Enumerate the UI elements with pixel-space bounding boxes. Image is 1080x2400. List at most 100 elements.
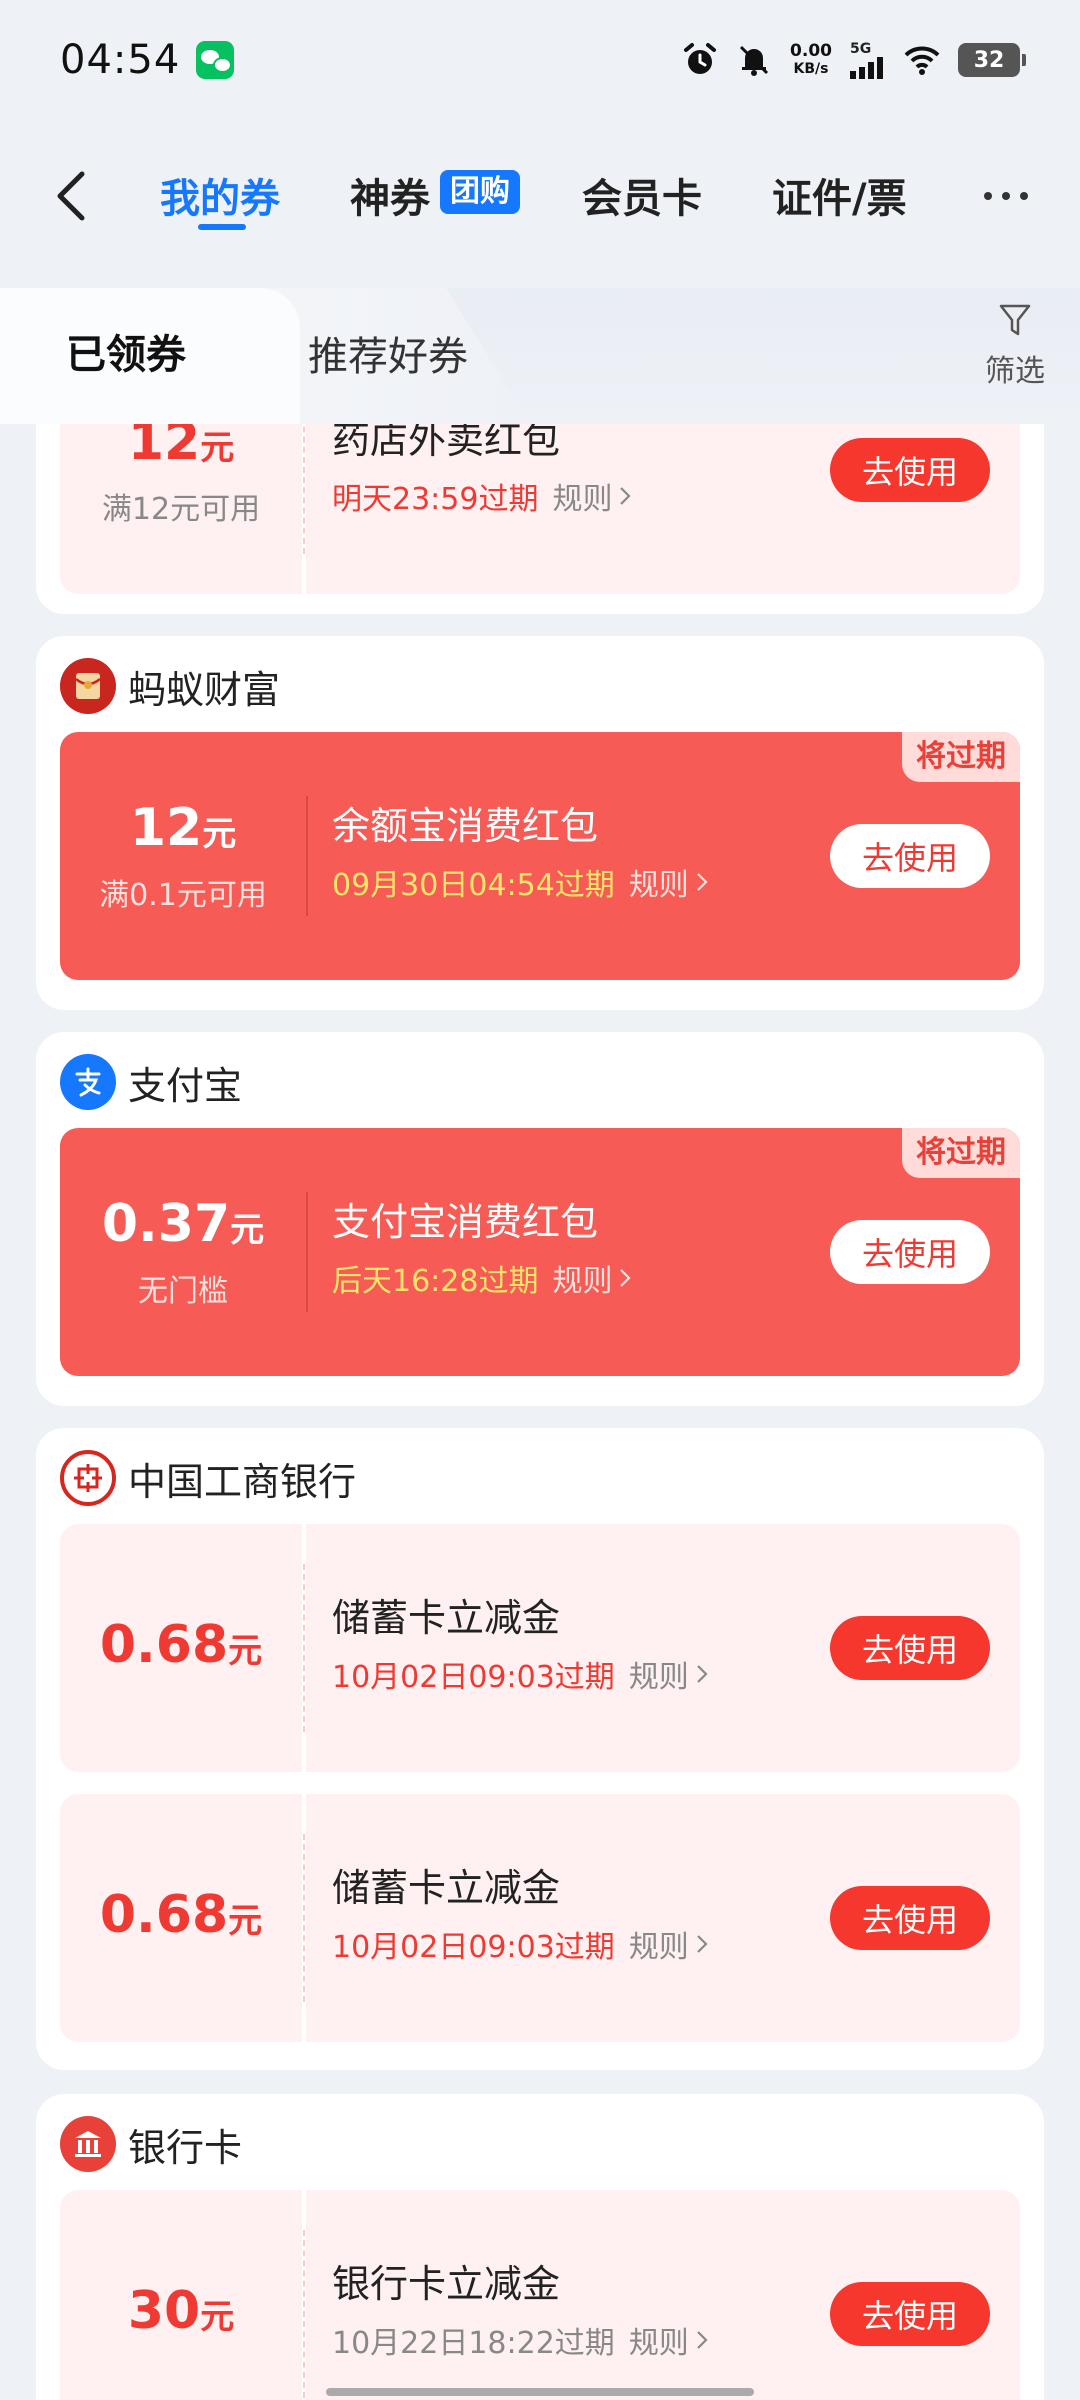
status-icons: 0.00 KB/s 5G 32 bbox=[682, 41, 1026, 79]
home-indicator[interactable] bbox=[326, 2388, 754, 2396]
coupon-threshold: 满0.1元可用 bbox=[99, 878, 267, 913]
coupon-amount-area: 0.68元 bbox=[60, 1524, 306, 1772]
coupon-amount: 12元 bbox=[129, 798, 237, 858]
bank-icon bbox=[60, 2116, 116, 2172]
icbc-icon bbox=[60, 1450, 116, 1506]
funnel-icon bbox=[999, 304, 1031, 336]
coupon-amount: 0.68元 bbox=[99, 1885, 263, 1945]
use-coupon-button[interactable]: 去使用 bbox=[830, 1616, 990, 1680]
coupon-amount: 30元 bbox=[127, 2281, 235, 2341]
coupon-expiry: 明天23:59过期 bbox=[332, 482, 539, 517]
active-tab-indicator bbox=[198, 224, 246, 230]
tab-documents-tickets[interactable]: 证件/票 bbox=[772, 166, 907, 224]
chevron-right-icon bbox=[697, 1935, 708, 1953]
coupon-item[interactable]: 12元 满0.1元可用 余额宝消费红包 09月30日04:54过期 规则 去使用… bbox=[60, 732, 1020, 980]
coupon-amount-area: 12元 满0.1元可用 bbox=[60, 732, 306, 980]
use-coupon-button[interactable]: 去使用 bbox=[830, 1886, 990, 1950]
rules-link[interactable]: 规则 bbox=[629, 2318, 709, 2362]
status-time: 04:54 bbox=[60, 37, 181, 83]
more-options-button[interactable] bbox=[984, 192, 1028, 200]
coupon-expiry: 09月30日04:54过期 bbox=[332, 868, 615, 903]
coupon-expiry: 10月02日09:03过期 bbox=[332, 1930, 615, 1965]
coupon-title: 药店外卖红包 bbox=[332, 424, 561, 462]
chevron-right-icon bbox=[697, 2331, 708, 2349]
chevron-right-icon bbox=[620, 487, 632, 505]
wifi-icon bbox=[904, 46, 940, 75]
coupon-group-card: 中国工商银行 0.68元 储蓄卡立减金 10月02日09:03过期 规则 去使用… bbox=[36, 1428, 1044, 2070]
coupon-amount-area: 12元 满12元可用 bbox=[60, 424, 306, 594]
alarm-icon bbox=[684, 43, 717, 74]
wechat-notification-icon bbox=[196, 41, 235, 79]
more-dot-icon bbox=[1020, 192, 1028, 200]
cell-signal: 5G bbox=[850, 41, 886, 79]
coupon-title: 支付宝消费红包 bbox=[332, 1200, 599, 1244]
coupon-group-card: 12元 满12元可用 药店外卖红包 明天23:59过期 规则 去使用 bbox=[36, 424, 1044, 614]
coupon-title: 储蓄卡立减金 bbox=[332, 1596, 561, 1640]
more-dot-icon bbox=[984, 192, 992, 200]
coupon-threshold: 无门槛 bbox=[138, 1274, 228, 1309]
net-speed-value: 0.00 bbox=[790, 41, 832, 61]
rules-link[interactable]: 规则 bbox=[629, 860, 709, 904]
card-header: 中国工商银行 bbox=[60, 1450, 356, 1506]
coupon-sub-tabs: 已领券 推荐好券 筛选 bbox=[0, 288, 1080, 424]
coupon-amount: 0.68元 bbox=[99, 1615, 263, 1675]
coupon-expiry: 后天16:28过期 bbox=[332, 1264, 539, 1299]
red-envelope-icon bbox=[60, 658, 116, 714]
coupon-group-card: 蚂蚁财富 12元 满0.1元可用 余额宝消费红包 09月30日04:54过期 规… bbox=[36, 636, 1044, 1010]
top-navigation: 我的券 神券 团购 会员卡 证件/票 bbox=[0, 140, 1080, 250]
coupon-info: 银行卡立减金 10月22日18:22过期 规则 bbox=[332, 2260, 709, 2362]
coupon-title: 储蓄卡立减金 bbox=[332, 1866, 561, 1910]
filter-label: 筛选 bbox=[985, 354, 1045, 389]
rules-link[interactable]: 规则 bbox=[629, 1652, 709, 1696]
coupon-item[interactable]: 0.68元 储蓄卡立减金 10月02日09:03过期 规则 去使用 bbox=[60, 1524, 1020, 1772]
more-dot-icon bbox=[1002, 192, 1010, 200]
card-header: 支付宝 bbox=[60, 1054, 242, 1110]
brand-name: 蚂蚁财富 bbox=[128, 667, 281, 712]
card-header: 银行卡 bbox=[60, 2116, 242, 2172]
coupon-info: 储蓄卡立减金 10月02日09:03过期 规则 bbox=[332, 1864, 709, 1966]
chevron-right-icon bbox=[697, 873, 708, 891]
brand-name: 中国工商银行 bbox=[128, 1459, 357, 1504]
coupon-item[interactable]: 0.68元 储蓄卡立减金 10月02日09:03过期 规则 去使用 bbox=[60, 1794, 1020, 2042]
sub-tab-recommended[interactable]: 推荐好券 bbox=[308, 324, 468, 382]
net-speed-unit: KB/s bbox=[793, 61, 829, 77]
rules-link[interactable]: 规则 bbox=[552, 1256, 632, 1300]
coupon-list[interactable]: 12元 满12元可用 药店外卖红包 明天23:59过期 规则 去使用 蚂蚁财富 bbox=[0, 424, 1080, 2400]
alipay-icon bbox=[60, 1054, 116, 1110]
expiring-soon-tag: 将过期 bbox=[902, 732, 1020, 782]
rules-link[interactable]: 规则 bbox=[629, 1922, 709, 1966]
use-coupon-button[interactable]: 去使用 bbox=[830, 438, 990, 502]
chevron-right-icon bbox=[620, 1269, 632, 1287]
coupon-amount: 12元 bbox=[127, 424, 235, 472]
coupon-amount: 0.37元 bbox=[101, 1194, 265, 1254]
coupon-info: 余额宝消费红包 09月30日04:54过期 规则 bbox=[332, 802, 709, 904]
back-arrow-icon[interactable] bbox=[48, 168, 98, 224]
tab-member-cards[interactable]: 会员卡 bbox=[582, 166, 702, 224]
coupon-divider bbox=[306, 1192, 308, 1312]
coupon-item[interactable]: 12元 满12元可用 药店外卖红包 明天23:59过期 规则 去使用 bbox=[60, 424, 1020, 594]
coupon-group-card: 支付宝 0.37元 无门槛 支付宝消费红包 后天16:28过期 规则 去使用 将… bbox=[36, 1032, 1044, 1406]
tab-super-coupons[interactable]: 神券 bbox=[350, 166, 430, 224]
network-speed: 0.00 KB/s bbox=[790, 42, 832, 78]
battery-indicator: 32 bbox=[958, 43, 1026, 77]
use-coupon-button[interactable]: 去使用 bbox=[830, 824, 990, 888]
use-coupon-button[interactable]: 去使用 bbox=[830, 1220, 990, 1284]
coupon-amount-area: 0.37元 无门槛 bbox=[60, 1128, 306, 1376]
rules-link[interactable]: 规则 bbox=[552, 474, 632, 518]
status-bar: 04:54 0.00 KB/s 5G 32 bbox=[0, 0, 1080, 120]
coupon-threshold: 满12元可用 bbox=[101, 492, 261, 527]
coupon-expiry: 10月02日09:03过期 bbox=[332, 1660, 615, 1695]
sub-tab-claimed-label[interactable]: 已领券 bbox=[66, 322, 186, 380]
coupon-info: 支付宝消费红包 后天16:28过期 规则 bbox=[332, 1198, 632, 1300]
tab-my-coupons[interactable]: 我的券 bbox=[160, 166, 280, 224]
coupon-group-card: 银行卡 30元 银行卡立减金 10月22日18:22过期 规则 去使用 bbox=[36, 2094, 1044, 2400]
brand-name: 支付宝 bbox=[128, 1063, 243, 1108]
coupon-amount-area: 30元 bbox=[60, 2190, 306, 2400]
coupon-amount-area: 0.68元 bbox=[60, 1794, 306, 2042]
coupon-item[interactable]: 0.37元 无门槛 支付宝消费红包 后天16:28过期 规则 去使用 将过期 bbox=[60, 1128, 1020, 1376]
coupon-title: 余额宝消费红包 bbox=[332, 804, 599, 848]
group-buy-badge: 团购 bbox=[440, 170, 520, 214]
use-coupon-button[interactable]: 去使用 bbox=[830, 2282, 990, 2346]
coupon-item[interactable]: 30元 银行卡立减金 10月22日18:22过期 规则 去使用 bbox=[60, 2190, 1020, 2400]
filter-button[interactable]: 筛选 bbox=[980, 302, 1050, 390]
